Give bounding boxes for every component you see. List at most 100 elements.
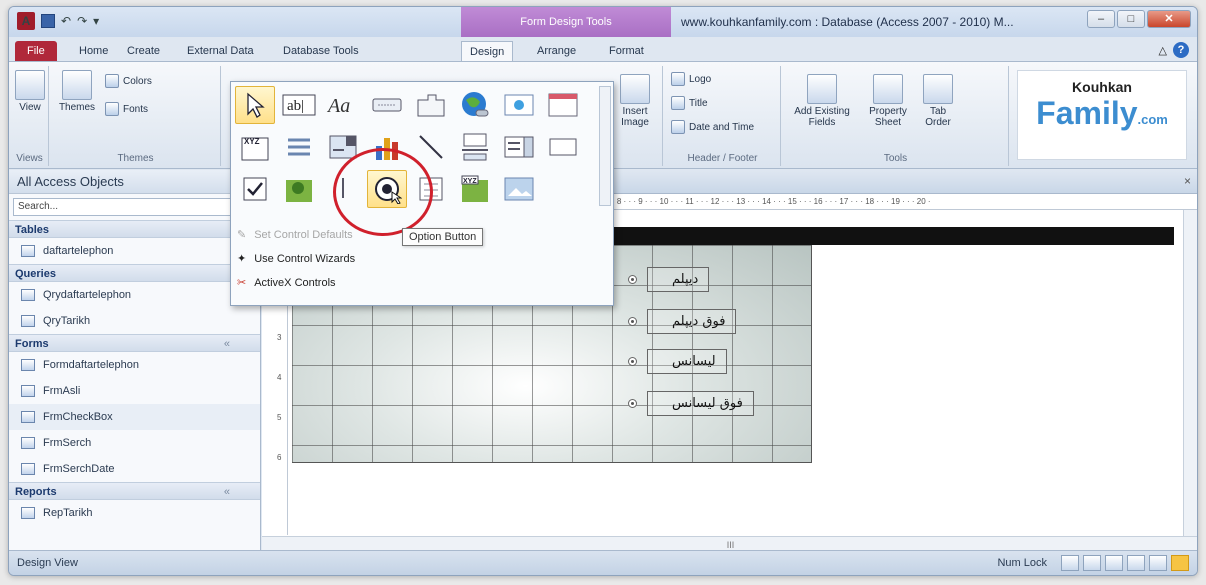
close-button[interactable]: ✕ [1147,10,1191,28]
web-browser-control-icon[interactable] [499,86,539,124]
tab-format[interactable]: Format [601,41,652,61]
collapse-chevron-icon[interactable]: « [224,335,230,353]
nav-item-frmserchdate[interactable]: FrmSerchDate [9,456,260,482]
option-group-icon[interactable]: XYZ [235,128,275,166]
nav-section-label: Tables [15,224,50,236]
collapse-chevron-icon[interactable]: « [224,483,230,501]
tab-control-icon[interactable] [411,86,451,124]
nav-item-daftartelephon[interactable]: daftartelephon [9,238,260,264]
set-control-defaults-item[interactable]: ✎ Set Control Defaults [237,228,353,242]
red-highlight-circle [333,148,433,236]
print-view-icon[interactable] [1149,555,1167,571]
tab-order-button[interactable]: Tab Order [921,74,955,128]
option-label[interactable]: لیسانس [647,349,727,374]
undo-icon[interactable]: ↶ [61,14,71,28]
toggle-button-icon[interactable] [455,128,495,166]
nav-item-label: FrmSerchDate [43,463,115,475]
tab-database-tools[interactable]: Database Tools [275,41,367,61]
nav-section-reports[interactable]: Reports « [9,482,260,500]
help-icon[interactable]: ? [1173,42,1189,58]
button-control-icon[interactable] [367,86,407,124]
nav-item-frmserch[interactable]: FrmSerch [9,430,260,456]
minimize-button[interactable]: – [1087,10,1115,28]
design-view-icon[interactable] [1171,555,1189,571]
nav-item-frmasli[interactable]: FrmAsli [9,378,260,404]
logo-icon [671,72,685,86]
page-break-icon[interactable] [279,128,319,166]
image-control-icon[interactable] [499,170,539,208]
tab-external-data[interactable]: External Data [179,41,262,61]
nav-item-reptarikh[interactable]: RepTarikh [9,500,260,526]
logo-button[interactable]: Logo [671,72,711,86]
maximize-button[interactable]: □ [1117,10,1145,28]
collapse-ribbon-icon[interactable]: △ [1159,44,1167,57]
save-icon[interactable] [41,14,55,28]
option-radio-icon[interactable] [628,399,637,408]
nav-section-tables[interactable]: Tables [9,220,260,238]
close-document-icon[interactable]: × [1184,174,1191,188]
layout-view-icon[interactable] [1105,555,1123,571]
list-box-icon[interactable] [499,128,539,166]
tab-home[interactable]: Home [71,41,116,61]
option-label[interactable]: فوق لیسانس [647,391,754,416]
option-bachelor[interactable]: لیسانس [628,349,727,374]
wizard-wand-icon: ✦ [237,253,247,265]
tab-arrange[interactable]: Arrange [529,41,584,61]
use-control-wizards-item[interactable]: ✦ Use Control Wizards [237,252,355,266]
option-associate[interactable]: فوق دیپلم [628,309,737,334]
checkbox-control-icon[interactable] [235,170,275,208]
property-sheet-button[interactable]: Property Sheet [863,74,913,128]
option-label[interactable]: فوق دیپلم [647,309,737,334]
tab-file[interactable]: File [15,41,57,61]
tab-create[interactable]: Create [119,41,168,61]
pivot-view-icon[interactable] [1127,555,1145,571]
datasheet-view-icon[interactable] [1083,555,1101,571]
nav-search-input[interactable]: Search... [13,198,256,216]
label-control-icon[interactable]: Aa [323,86,363,124]
option-label[interactable]: دیپلم [647,267,710,292]
insert-image-button[interactable]: Insert Image [613,74,657,128]
gallery-scrollbar[interactable] [599,86,611,206]
nav-section-forms[interactable]: Forms « [9,334,260,352]
view-button[interactable]: View [15,70,45,113]
rectangle-control-icon[interactable] [543,128,583,166]
date-time-button[interactable]: Date and Time [671,120,754,134]
textbox-control-icon[interactable]: ab| [279,86,319,124]
themes-button[interactable]: Themes [55,70,99,113]
vertical-scrollbar[interactable] [1183,210,1197,536]
view-icon [15,70,45,100]
title-button[interactable]: Title [671,96,708,110]
themes-icon [62,70,92,100]
activex-icon: ✂ [237,277,247,289]
bound-object-frame-icon[interactable]: XYZ [455,170,495,208]
activex-controls-item[interactable]: ✂ ActiveX Controls [237,276,336,290]
hyperlink-globe-icon[interactable] [455,86,495,124]
option-radio-icon[interactable] [628,317,637,326]
navigation-control-icon[interactable] [543,86,583,124]
logo-top-text: Kouhkan [1072,79,1132,95]
select-pointer-icon[interactable] [235,86,275,124]
customize-qat-icon[interactable]: ▾ [93,14,99,28]
colors-button[interactable]: Colors [105,74,152,88]
title-label: Title [689,97,708,109]
unbound-object-frame-icon[interactable] [279,170,319,208]
nav-item-formdaftartelephon[interactable]: Formdaftartelephon [9,352,260,378]
nav-pane-title[interactable]: All Access Objects [9,170,260,194]
access-app-icon[interactable]: A [17,12,35,30]
insert-image-icon [620,74,650,104]
form-icon [21,385,35,397]
nav-section-queries[interactable]: Queries [9,264,260,282]
option-diploma[interactable]: دیپلم [628,267,710,292]
nav-item-qrydaftartelephon[interactable]: Qrydaftartelephon [9,282,260,308]
nav-item-frmcheckbox[interactable]: FrmCheckBox [9,404,260,430]
option-radio-icon[interactable] [628,357,637,366]
option-master[interactable]: فوق لیسانس [628,391,754,416]
fonts-button[interactable]: Fonts [105,102,148,116]
redo-icon[interactable]: ↷ [77,14,87,28]
form-view-icon[interactable] [1061,555,1079,571]
tab-design[interactable]: Design [461,41,514,61]
option-radio-icon[interactable] [628,275,637,284]
add-existing-fields-button[interactable]: Add Existing Fields [791,74,853,128]
form-icon [21,411,35,423]
nav-item-qrytarikh[interactable]: QryTarikh [9,308,260,334]
